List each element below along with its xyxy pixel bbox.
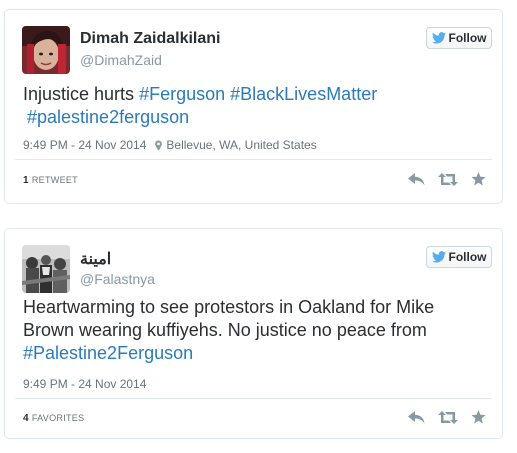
- stat-label: FAVORITES: [31, 413, 85, 423]
- follow-button[interactable]: Follow: [426, 246, 492, 268]
- tweet-card: امينة @Falastnya Follow Heartwarming to …: [4, 228, 503, 439]
- retweet-icon[interactable]: [438, 410, 458, 424]
- favorite-star-icon[interactable]: [471, 410, 486, 424]
- tweet-actions: [408, 410, 486, 424]
- tweet-actions: [408, 172, 486, 186]
- tweet-text: Heartwarming to see protestors in Oaklan…: [23, 296, 453, 365]
- tweet-meta: 9:49 PM - 24 Nov 2014 Bellevue, WA, Unit…: [23, 138, 317, 152]
- tweet-card: Dimah Zaidalkilani @DimahZaid Follow Inj…: [4, 9, 503, 204]
- favorite-count[interactable]: 4 FAVORITES: [23, 413, 84, 424]
- follow-label: Follow: [448, 31, 487, 45]
- avatar[interactable]: [22, 245, 70, 293]
- location-pin-icon: [155, 139, 163, 151]
- location-text[interactable]: Bellevue, WA, United States: [166, 138, 316, 152]
- tweet-meta: 9:49 PM - 24 Nov 2014: [23, 377, 146, 391]
- stat-count: 4: [23, 413, 29, 424]
- reply-icon[interactable]: [408, 172, 425, 186]
- follow-button[interactable]: Follow: [426, 27, 492, 49]
- stat-label: RETWEET: [31, 175, 78, 185]
- favorite-star-icon[interactable]: [471, 172, 486, 186]
- tweet-text-segment: Injustice hurts: [23, 84, 140, 104]
- follow-label: Follow: [448, 250, 487, 264]
- divider: [15, 398, 492, 399]
- hashtag-link[interactable]: #Ferguson: [139, 84, 225, 104]
- retweet-count[interactable]: 1 RETWEET: [23, 175, 78, 186]
- hashtag-link[interactable]: #Palestine2Ferguson: [23, 343, 193, 363]
- user-handle[interactable]: @Falastnya: [80, 271, 155, 287]
- tweet-text: Injustice hurts #Ferguson #BlackLivesMat…: [23, 83, 443, 129]
- avatar[interactable]: [22, 26, 70, 74]
- hashtag-link[interactable]: #palestine2ferguson: [27, 107, 189, 127]
- hashtag-link[interactable]: #BlackLivesMatter: [230, 84, 377, 104]
- user-name[interactable]: Dimah Zaidalkilani: [80, 30, 220, 48]
- stat-count: 1: [23, 175, 29, 186]
- retweet-icon[interactable]: [438, 172, 458, 186]
- twitter-bird-icon: [431, 32, 446, 44]
- timestamp[interactable]: 9:49 PM - 24 Nov 2014: [23, 138, 146, 152]
- tweet-text-segment: Heartwarming to see protestors in Oaklan…: [23, 297, 435, 340]
- user-name[interactable]: امينة: [80, 249, 111, 269]
- twitter-bird-icon: [431, 251, 446, 263]
- timestamp[interactable]: 9:49 PM - 24 Nov 2014: [23, 377, 146, 391]
- reply-icon[interactable]: [408, 410, 425, 424]
- divider: [15, 159, 492, 160]
- user-handle[interactable]: @DimahZaid: [80, 52, 162, 68]
